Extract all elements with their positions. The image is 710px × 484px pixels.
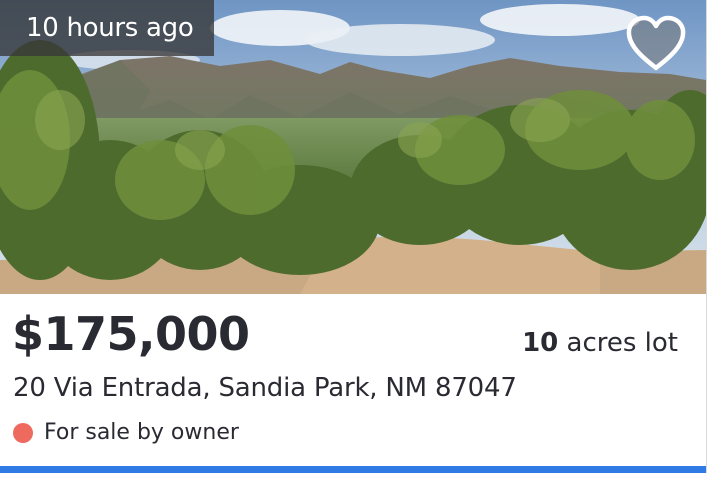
lot-size-value: 10 bbox=[522, 328, 559, 358]
listing-price: $175,000 bbox=[12, 307, 250, 361]
heart-icon bbox=[626, 15, 686, 71]
listing-card[interactable]: 10 hours ago $175,000 10 acres lot 20 Vi… bbox=[0, 0, 707, 484]
listing-photo[interactable]: 10 hours ago bbox=[0, 0, 706, 294]
lot-size-label: acres lot bbox=[566, 328, 678, 358]
status-text: For sale by owner bbox=[44, 420, 239, 445]
lot-size: 10 acres lot bbox=[522, 328, 678, 358]
page-edge bbox=[0, 473, 710, 484]
status-dot-icon bbox=[13, 422, 33, 443]
favorite-button[interactable] bbox=[624, 14, 688, 74]
time-ago-badge: 10 hours ago bbox=[0, 0, 214, 56]
listing-status: For sale by owner bbox=[13, 420, 239, 445]
accent-bar bbox=[0, 466, 706, 473]
listing-address[interactable]: 20 Via Entrada, Sandia Park, NM 87047 bbox=[13, 373, 517, 403]
